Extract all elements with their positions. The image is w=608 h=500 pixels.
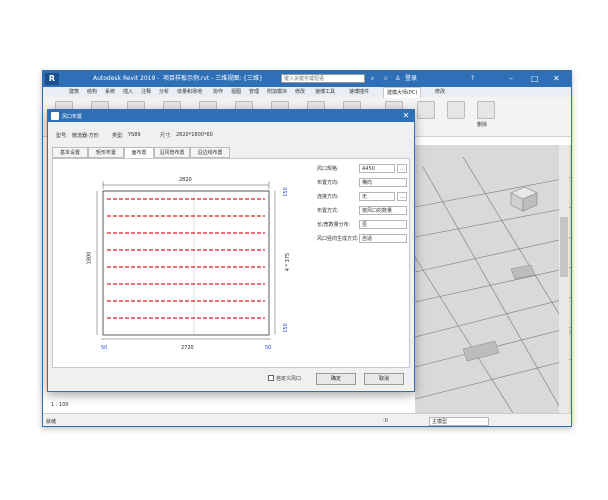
air-terminal-dialog: 风口布置 ✕ 型号: 散流器-方形 类型: YS89 尺寸: 2820*1800… bbox=[47, 109, 415, 392]
tab-rect-layout[interactable]: 矩形布置 bbox=[88, 147, 124, 158]
tab-collaborate[interactable]: 协作 bbox=[213, 87, 223, 97]
info-name-value: 散流器-方形 bbox=[72, 133, 99, 139]
dialog-app-icon bbox=[51, 112, 59, 120]
tab-architecture[interactable]: 建筑 bbox=[69, 87, 79, 97]
layout-preview bbox=[96, 181, 276, 340]
tab-insert[interactable]: 插入 bbox=[123, 87, 133, 97]
app-title: Autodesk Revit 2019 - bbox=[93, 75, 160, 82]
custom-terminal-checkbox[interactable] bbox=[268, 375, 274, 381]
tab-modify-2[interactable]: 修改 bbox=[435, 87, 445, 97]
dialog-title: 风口布置 bbox=[62, 114, 83, 120]
ribbon-tool-11-icon[interactable] bbox=[417, 101, 435, 119]
info-size-label: 尺寸: bbox=[160, 133, 172, 139]
setting-direction-select[interactable]: 横向 bbox=[359, 178, 407, 187]
maximize-button[interactable]: □ bbox=[531, 71, 539, 87]
tab-basic-settings[interactable]: 基本设置 bbox=[52, 147, 88, 158]
ribbon-tool-12-icon[interactable] bbox=[447, 101, 465, 119]
dialog-title-bar: 风口布置 ✕ bbox=[48, 110, 414, 122]
ribbon-tool-delete-icon[interactable] bbox=[477, 101, 495, 119]
info-size-value: 2820*1800*60 bbox=[176, 132, 213, 138]
view-scale[interactable]: 1 : 100 bbox=[51, 402, 69, 408]
tab-annotate[interactable]: 注释 bbox=[141, 87, 151, 97]
setting-method-label: 布置方式: bbox=[317, 208, 339, 214]
setting-distribution-select[interactable]: 否 bbox=[359, 220, 407, 229]
star-icon[interactable]: ☆ bbox=[383, 71, 388, 87]
setting-direction-label: 布置方向: bbox=[317, 180, 339, 186]
user-icon[interactable]: ♙ bbox=[395, 71, 400, 87]
tab-analyze[interactable]: 分析 bbox=[159, 87, 169, 97]
tab-modify[interactable]: 修改 bbox=[295, 87, 305, 97]
custom-terminal-label: 自定义风口 bbox=[276, 376, 302, 382]
setting-spec-more-button[interactable]: … bbox=[397, 164, 407, 173]
model-select[interactable]: 主模型 bbox=[429, 417, 489, 426]
ribbon-tabs: 建筑 结构 系统 插入 注释 分析 体量和场地 协作 视图 管理 附加模块 修改… bbox=[43, 87, 571, 98]
setting-distribution-label: 长/宽数量分布: bbox=[317, 222, 351, 228]
login-button[interactable]: 登录 bbox=[405, 71, 417, 87]
doc-title: 项目样板示例.rvt - 三维视图: {三维} bbox=[163, 75, 263, 82]
setting-connect-label: 连接方向: bbox=[317, 194, 339, 200]
zoom-value: :0 bbox=[383, 418, 388, 424]
tab-addins[interactable]: 附加模块 bbox=[267, 87, 287, 97]
tab-modeling-master[interactable]: 建模大师(PC) bbox=[383, 87, 422, 98]
status-text: 就绪 bbox=[46, 419, 57, 425]
tab-systems[interactable]: 系统 bbox=[105, 87, 115, 97]
setting-method-select[interactable]: 按风口的数量 bbox=[359, 206, 407, 215]
setting-vertical-select[interactable]: 自适 bbox=[359, 234, 407, 243]
revit-logo-icon[interactable]: R bbox=[45, 73, 59, 85]
tab-along-duct[interactable]: 沿风管布置 bbox=[154, 147, 190, 158]
info-type-value: YS89 bbox=[128, 132, 141, 138]
cancel-button[interactable]: 取消 bbox=[364, 373, 404, 385]
close-button[interactable]: ✕ bbox=[553, 71, 560, 87]
minimize-button[interactable]: – bbox=[509, 71, 513, 87]
status-bar: 就绪 1 : 100 :0 主模型 bbox=[43, 402, 571, 426]
search-icon[interactable]: ⌕ bbox=[371, 71, 374, 87]
tab-subo-plugin[interactable]: 速博插件 bbox=[349, 87, 369, 97]
info-type-label: 类型: bbox=[112, 133, 124, 139]
layout-panel: 2820 1800 4 * 375 150 150 50 2720 50 4 bbox=[52, 158, 410, 368]
setting-vertical-label: 风口竖向生成方式: bbox=[317, 236, 359, 242]
setting-spec-label: 风口规格: bbox=[317, 166, 339, 172]
tab-view[interactable]: 视图 bbox=[231, 87, 241, 97]
tab-massing[interactable]: 体量和场地 bbox=[177, 87, 202, 97]
dialog-close-button[interactable]: ✕ bbox=[400, 110, 412, 122]
ok-button[interactable]: 确定 bbox=[316, 373, 356, 385]
info-name-label: 型号: bbox=[56, 133, 68, 139]
tab-along-edge[interactable]: 沿边线布置 bbox=[190, 147, 230, 158]
tab-subo-tools[interactable]: 速博工具 bbox=[315, 87, 335, 97]
title-bar: R Autodesk Revit 2019 - 项目样板示例.rvt - 三维视… bbox=[43, 71, 571, 87]
setting-connect-more-button[interactable]: … bbox=[397, 192, 407, 201]
help-icon[interactable]: ? bbox=[471, 71, 474, 87]
tab-area-layout[interactable]: 面布置 bbox=[124, 147, 154, 158]
ribbon-tool-delete-label: 删除 bbox=[477, 122, 488, 128]
tab-manage[interactable]: 管理 bbox=[249, 87, 259, 97]
setting-connect-input[interactable]: 无 bbox=[359, 192, 395, 201]
tab-structure[interactable]: 结构 bbox=[87, 87, 97, 97]
setting-spec-select[interactable]: A450 bbox=[359, 164, 395, 173]
search-input[interactable]: 键入关键字或短语 bbox=[281, 74, 365, 83]
